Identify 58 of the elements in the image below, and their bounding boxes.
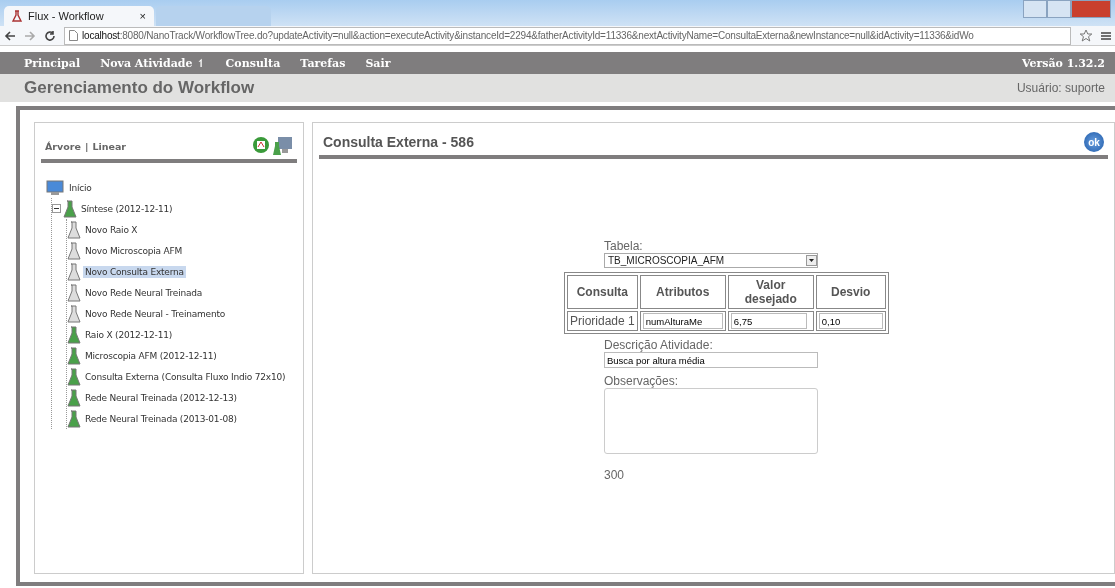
column-header: Atributos <box>639 275 726 309</box>
page-icon <box>69 30 78 41</box>
computer-icon <box>45 179 65 196</box>
count-label: 300 <box>604 468 625 482</box>
back-icon[interactable] <box>4 29 16 42</box>
linear-view-link[interactable]: Linear <box>92 140 126 152</box>
minimize-button[interactable] <box>1023 0 1047 18</box>
tree-item[interactable]: Microscopia AFM (2012-12-11) <box>83 349 219 362</box>
tab-title: Flux - Workflow <box>28 10 104 22</box>
description-field[interactable]: Busca por altura média <box>604 352 818 368</box>
column-header: Valor desejado <box>727 275 814 309</box>
maximize-button[interactable] <box>1047 0 1071 18</box>
column-header: Desvio <box>815 275 886 309</box>
user-label: Usuário: suporte <box>1016 81 1105 95</box>
menu-item[interactable]: Nova Atividade ↿ <box>100 56 206 70</box>
field-label: Descrição Atividade: <box>604 338 713 352</box>
field-label: Observações: <box>604 374 679 388</box>
close-button[interactable] <box>1071 0 1111 18</box>
star-icon[interactable] <box>1079 28 1093 43</box>
page-title: Gerenciamento do Workflow <box>24 78 255 98</box>
notes-field[interactable] <box>604 388 818 454</box>
collapse-icon[interactable] <box>52 204 61 213</box>
computer-flask-icon[interactable] <box>273 136 293 156</box>
menu-icon[interactable] <box>1101 30 1111 41</box>
address-field[interactable]: localhost:8080/NanoTrack/WorkflowTree.do?updateActivity=null&action=executeActivity&instanceId=2294&fatherActivityId=11336&nextActivityName=ConsultaExterna&newInstance=null&idActivity=11336&idWo <box>64 26 1071 45</box>
flask-icon <box>12 10 22 22</box>
menu-item[interactable]: Sair <box>365 56 391 70</box>
tree-item[interactable]: Rede Neural Treinada (2013-01-08) <box>83 412 239 425</box>
menu-item[interactable]: Tarefas <box>300 56 346 70</box>
tree-item[interactable]: Início <box>67 181 94 194</box>
table-select[interactable]: TB_MICROSCOPIA_AFM <box>604 253 818 268</box>
field-label: Tabela: <box>604 239 643 253</box>
reload-icon[interactable] <box>44 29 56 42</box>
tree-view-link[interactable]: Árvore <box>45 140 81 152</box>
menu-item[interactable]: Consulta <box>225 56 281 70</box>
tree-item[interactable]: Novo Microscopia AFM <box>83 244 184 257</box>
tree-item[interactable]: Raio X (2012-12-11) <box>83 328 174 341</box>
panel-title: Consulta Externa - 586 <box>323 134 474 150</box>
tree-item[interactable]: Novo Rede Neural - Treinamento <box>83 307 228 320</box>
tree-item[interactable]: Novo Consulta Externa <box>83 265 186 278</box>
browser-tab[interactable]: Flux - Workflow × <box>4 6 154 26</box>
menu-item[interactable]: Principal <box>24 56 81 70</box>
deviation-field[interactable]: 0,10 <box>818 313 883 329</box>
tree-item[interactable]: Novo Raio X <box>83 223 140 236</box>
dropdown-icon <box>806 255 817 266</box>
column-header: Consulta <box>567 275 638 309</box>
tree-item[interactable]: Síntese (2012-12-11) <box>79 202 175 215</box>
tree-item[interactable]: Rede Neural Treinada (2012-12-13) <box>83 391 239 404</box>
tree-item[interactable]: Consulta Externa (Consulta Fluxo Indio 72x10) <box>83 370 288 383</box>
forward-icon[interactable] <box>24 29 36 42</box>
attribute-field[interactable]: numAlturaMe <box>642 313 723 329</box>
version-label: Versão 1.32.2 <box>1021 56 1105 70</box>
separator: | <box>84 140 89 152</box>
table-cell: Prioridade 1 <box>567 311 638 331</box>
tree-item[interactable]: Novo Rede Neural Treinada <box>83 286 205 299</box>
tab-close[interactable]: × <box>139 10 146 22</box>
pdf-icon[interactable] <box>252 136 270 154</box>
value-field[interactable]: 6,75 <box>730 313 807 329</box>
